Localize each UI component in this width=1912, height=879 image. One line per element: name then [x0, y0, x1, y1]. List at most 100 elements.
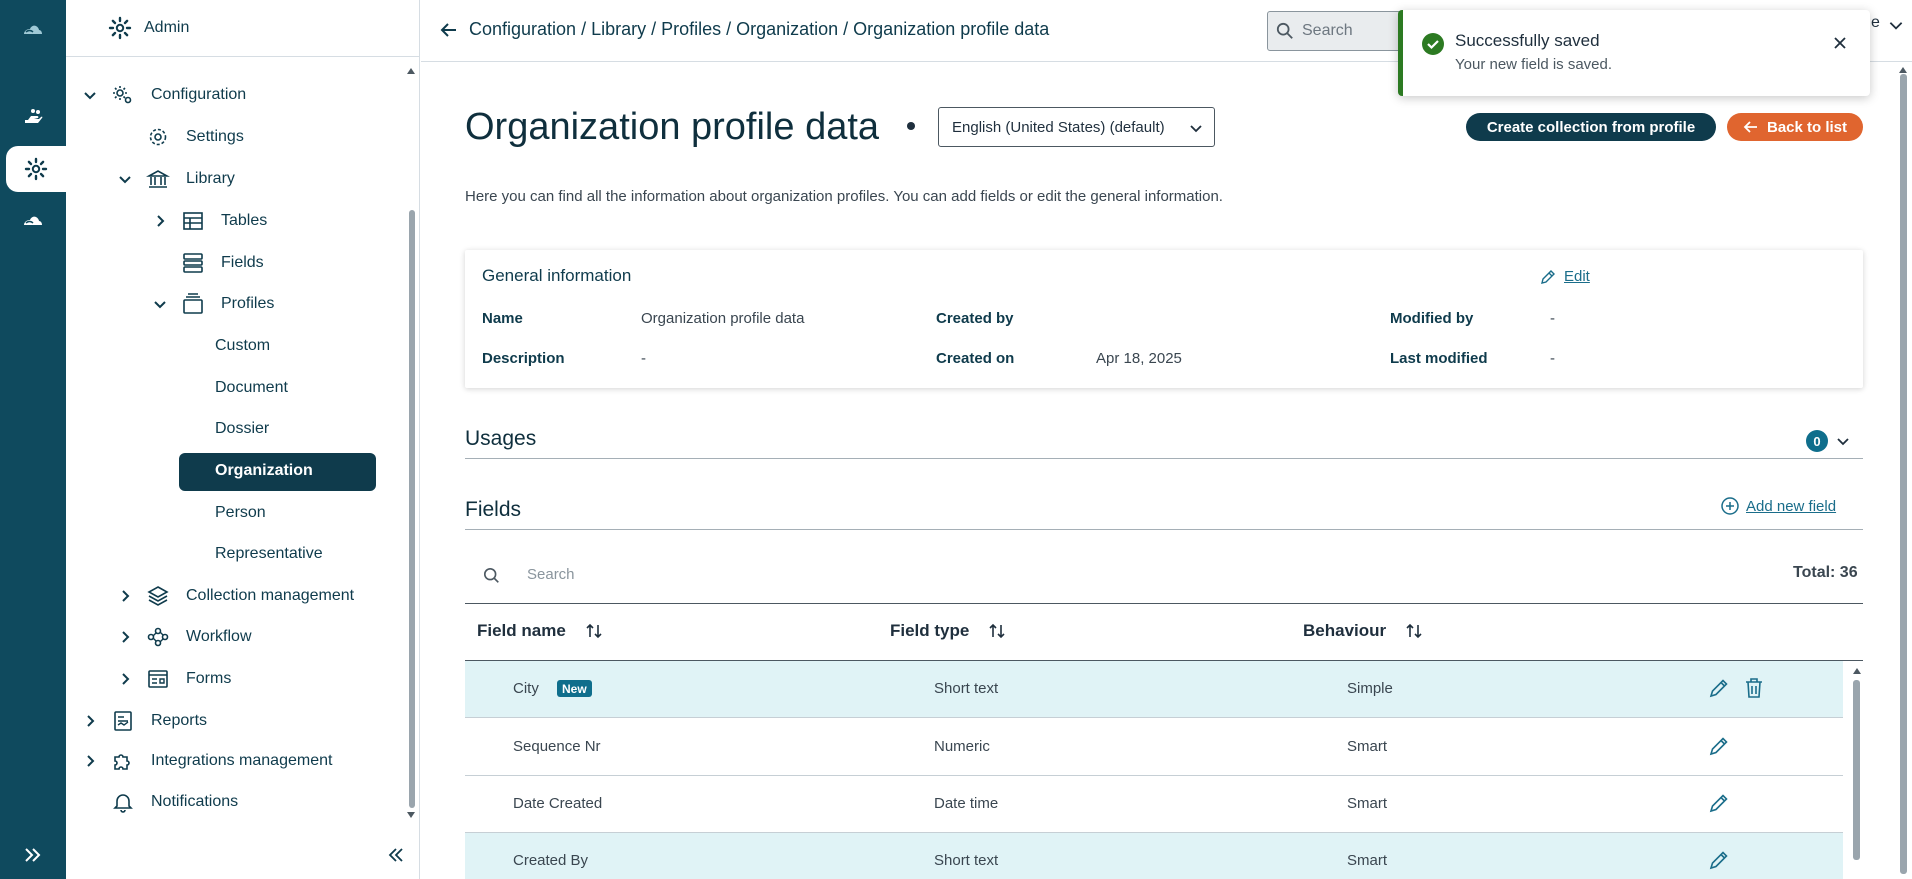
trash-icon[interactable] [1743, 676, 1765, 700]
library-building-icon [146, 170, 170, 188]
sidebar-scroll-down-icon[interactable] [406, 810, 416, 820]
search-icon [483, 567, 499, 583]
logo-cloud-icon[interactable] [0, 8, 66, 54]
sidebar-item-forms[interactable]: Forms [66, 660, 416, 698]
cloud-icon[interactable] [0, 198, 66, 244]
chevron-down-icon[interactable] [1835, 433, 1851, 449]
close-icon[interactable] [1831, 34, 1849, 52]
layers-icon [147, 586, 169, 606]
sidebar-item-workflow[interactable]: Workflow [66, 618, 416, 656]
create-collection-button[interactable]: Create collection from profile [1466, 113, 1716, 141]
sidebar-item-library[interactable]: Library [66, 160, 416, 198]
settings-gear-icon [149, 128, 167, 146]
created-on-value: Apr 18, 2025 [1096, 350, 1182, 367]
pencil-icon[interactable] [1708, 849, 1730, 871]
page-scroll-up-icon[interactable] [1898, 66, 1908, 74]
sidebar-header[interactable]: Admin [66, 0, 419, 57]
sidebar-item-representative[interactable]: Representative [66, 535, 416, 573]
usages-title[interactable]: Usages [465, 427, 536, 451]
arrow-left-icon [1743, 121, 1757, 133]
sidebar-item-dossier[interactable]: Dossier [66, 410, 416, 448]
puzzle-icon [114, 754, 130, 770]
column-header-field-name[interactable]: Field name [477, 621, 604, 641]
workflow-icon [147, 627, 169, 647]
sidebar-item-reports[interactable]: Reports [66, 702, 416, 740]
hand-icon[interactable] [0, 95, 66, 141]
chevron-right-icon [122, 631, 130, 643]
description-value: - [641, 350, 646, 367]
chevron-right-icon [157, 215, 165, 227]
back-to-list-button[interactable]: Back to list [1727, 113, 1863, 141]
sidebar-item-profiles[interactable]: Profiles [66, 285, 416, 323]
back-arrow-icon[interactable] [439, 20, 459, 40]
sidebar-scrollbar[interactable] [409, 210, 415, 808]
sidebar-item-notifications[interactable]: Notifications [66, 783, 416, 821]
sidebar-item-configuration[interactable]: Configuration [66, 76, 416, 114]
page-title: Organization profile data [465, 106, 880, 148]
language-select[interactable]: English (United States) (default) [938, 107, 1215, 147]
cell-field-type: Short text [934, 852, 999, 869]
user-menu-label[interactable]: e [1871, 14, 1880, 32]
chevron-down-icon [1190, 125, 1202, 133]
fields-search-input[interactable]: Search [465, 552, 1863, 600]
sidebar-item-label: Fields [221, 254, 264, 271]
page-scrollbar[interactable] [1900, 74, 1907, 874]
sidebar-item-label: Organization [215, 462, 313, 479]
table-icon [183, 212, 203, 230]
fields-title: Fields [465, 498, 522, 521]
sidebar-item-organization[interactable]: Organization [66, 452, 416, 490]
fields-list-icon [183, 253, 203, 273]
fields-divider [465, 529, 1863, 530]
pencil-icon[interactable] [1708, 792, 1730, 814]
gear-icon[interactable] [6, 146, 66, 192]
chevron-down-icon [154, 301, 166, 309]
sidebar-item-integrations-management[interactable]: Integrations management [66, 742, 416, 780]
expand-icon[interactable] [0, 832, 66, 878]
sidebar-scroll-up-icon[interactable] [406, 66, 416, 76]
add-new-field-label: Add new field [1746, 497, 1837, 515]
card-title: General information [482, 266, 632, 285]
pencil-icon[interactable] [1708, 677, 1730, 699]
sidebar-item-custom[interactable]: Custom [66, 327, 416, 365]
table-row[interactable]: Date Created Date time Smart [465, 776, 1843, 833]
add-new-field-button[interactable]: Add new field [1720, 496, 1836, 516]
sidebar-item-label: Settings [186, 128, 244, 145]
chevron-right-icon [122, 590, 130, 602]
table-row[interactable]: City New Short text Simple [465, 661, 1843, 718]
intro-text: Here you can find all the information ab… [465, 188, 1223, 205]
top-search-input[interactable]: Search [1267, 11, 1417, 51]
column-header-field-type[interactable]: Field type [890, 621, 1007, 641]
table-scroll-up-icon[interactable] [1852, 666, 1862, 676]
breadcrumb[interactable]: Configuration / Library / Profiles / Org… [469, 19, 1049, 40]
column-header-label: Field type [890, 621, 970, 640]
edit-general-button[interactable]: Edit [1540, 268, 1590, 285]
cell-field-name: City [513, 680, 539, 697]
column-header-behaviour[interactable]: Behaviour [1303, 621, 1424, 641]
cell-field-name: Sequence Nr [513, 738, 601, 755]
back-to-list-label: Back to list [1766, 118, 1848, 136]
sidebar-item-settings[interactable]: Settings [66, 118, 416, 156]
sidebar-item-person[interactable]: Person [66, 494, 416, 532]
table-row[interactable]: Sequence Nr Numeric Smart [465, 719, 1843, 776]
table-top-line [465, 603, 1863, 604]
sidebar-item-label: Person [215, 504, 266, 521]
toast-message: Your new field is saved. [1455, 56, 1613, 73]
table-scrollbar[interactable] [1853, 680, 1860, 860]
profiles-stack-icon [183, 293, 203, 314]
cell-field-type: Numeric [934, 738, 990, 755]
modified-by-label: Modified by [1390, 310, 1474, 327]
description-label: Description [482, 350, 565, 367]
sidebar-item-label: Dossier [215, 420, 270, 437]
user-menu-chevron-icon[interactable] [1887, 16, 1905, 34]
sidebar-item-label: Library [186, 170, 235, 187]
sidebar-item-document[interactable]: Document [66, 369, 416, 407]
sidebar-item-fields[interactable]: Fields [66, 244, 416, 282]
chevron-down-icon [84, 92, 96, 100]
pencil-icon[interactable] [1708, 735, 1730, 757]
column-header-label: Behaviour [1303, 621, 1387, 640]
table-row[interactable]: Created By Short text Smart [465, 833, 1843, 879]
cell-behaviour: Smart [1347, 852, 1388, 869]
sidebar-item-collection-management[interactable]: Collection management [66, 577, 416, 615]
sidebar-item-tables[interactable]: Tables [66, 202, 416, 240]
collapse-sidebar-icon[interactable] [386, 845, 406, 865]
